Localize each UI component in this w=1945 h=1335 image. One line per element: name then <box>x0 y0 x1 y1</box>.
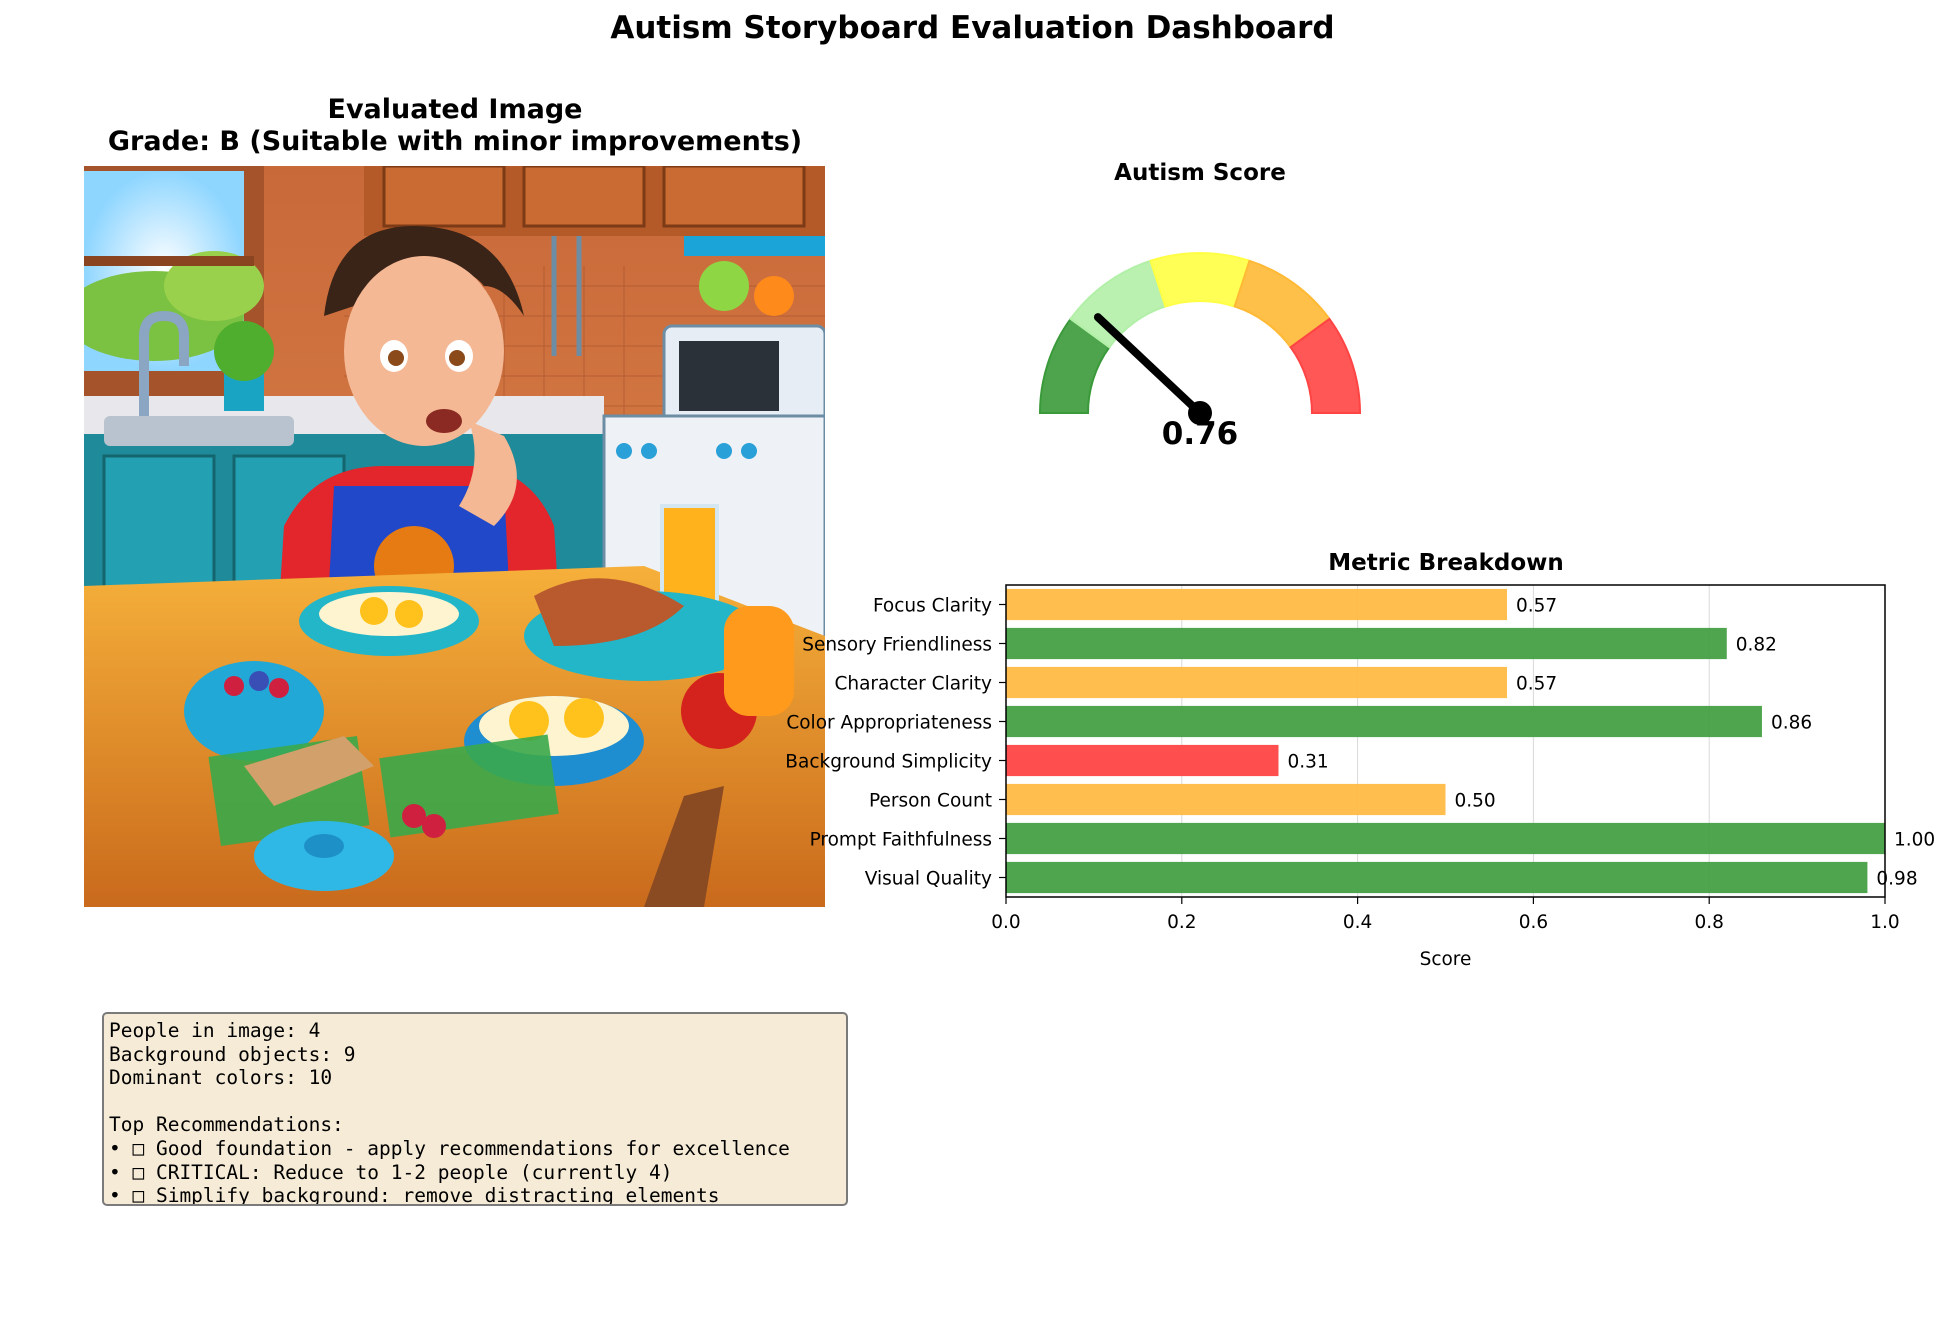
gauge-title: Autism Score <box>1114 160 1286 186</box>
x-tick-label: 0.2 <box>1167 912 1196 933</box>
bar-value-label: 0.57 <box>1516 596 1557 617</box>
y-tick-label: Color Appropriateness <box>786 713 992 734</box>
x-tick-label: 0.4 <box>1343 912 1372 933</box>
stat-background-objects: Background objects: 9 <box>109 1042 356 1066</box>
bar <box>1006 627 1727 660</box>
grade-label: Grade: B (Suitable with minor improvemen… <box>107 126 803 157</box>
bar <box>1006 705 1762 738</box>
stat-dominant-colors: Dominant colors: 10 <box>109 1066 333 1090</box>
y-tick-label: Sensory Friendliness <box>802 635 992 656</box>
image-panel-title: Evaluated Image Grade: B (Suitable with … <box>60 94 850 158</box>
gauge-zone <box>1149 252 1251 308</box>
bar <box>1006 861 1868 894</box>
recommendation-2: • □ CRITICAL: Reduce to 1-2 people (curr… <box>109 1160 673 1184</box>
y-tick-label: Background Simplicity <box>785 752 992 773</box>
y-tick-label: Visual Quality <box>865 869 992 890</box>
x-tick-labels: 0.0 0.2 0.4 0.6 0.8 1.0 <box>991 897 1900 933</box>
x-tick-label: 0.8 <box>1694 912 1723 933</box>
gauge-value-label: 0.76 <box>1162 416 1239 452</box>
y-tick-labels: Focus Clarity Sensory Friendliness Charact… <box>785 596 1006 890</box>
bar <box>1006 783 1446 816</box>
info-box: People in image: 4 Background objects: 9D… <box>102 1012 848 1206</box>
bar-value-label: 0.86 <box>1771 713 1812 734</box>
dashboard-title: Autism Storyboard Evaluation Dashboard <box>610 10 1335 46</box>
metric-breakdown-chart: 0.57 0.82 0.57 0.86 0.31 0.50 1.00 0.98 Focus C… <box>785 584 1935 970</box>
gauge-needle <box>1093 313 1204 417</box>
bar <box>1006 588 1508 621</box>
gauge-zones <box>1038 252 1362 414</box>
stat-people: People in image: 4 <box>109 1019 321 1042</box>
recommendations-heading: Top Recommendations: <box>109 1113 344 1137</box>
y-tick-label: Character Clarity <box>834 674 992 695</box>
x-tick-label: 0.6 <box>1519 912 1548 933</box>
bar <box>1006 666 1508 699</box>
autism-score-gauge: 0.76 <box>1038 252 1362 452</box>
x-tick-label: 0.0 <box>991 912 1020 933</box>
recommendation-3: • □ Simplify background: remove distract… <box>109 1184 720 1206</box>
bar-value-label: 0.50 <box>1455 791 1496 812</box>
y-tick-label: Prompt Faithfulness <box>810 830 992 851</box>
chart-title: Metric Breakdown <box>1328 550 1564 576</box>
y-tick-label: Person Count <box>869 791 992 812</box>
x-tick-label: 1.0 <box>1870 912 1899 933</box>
y-tick-label: Focus Clarity <box>873 596 992 617</box>
recommendation-1: • □ Good foundation - apply recommendati… <box>109 1136 790 1160</box>
bar <box>1006 744 1279 777</box>
bar <box>1006 822 1885 855</box>
bar-value-label: 0.57 <box>1516 674 1557 695</box>
bar-value-label: 0.82 <box>1736 635 1777 656</box>
bar-value-label: 0.31 <box>1287 752 1328 773</box>
x-axis-label: Score <box>1420 949 1472 970</box>
bar-value-label: 0.98 <box>1876 869 1917 890</box>
image-title-line1: Evaluated Image <box>327 94 583 125</box>
bar-value-label: 1.00 <box>1894 830 1935 851</box>
